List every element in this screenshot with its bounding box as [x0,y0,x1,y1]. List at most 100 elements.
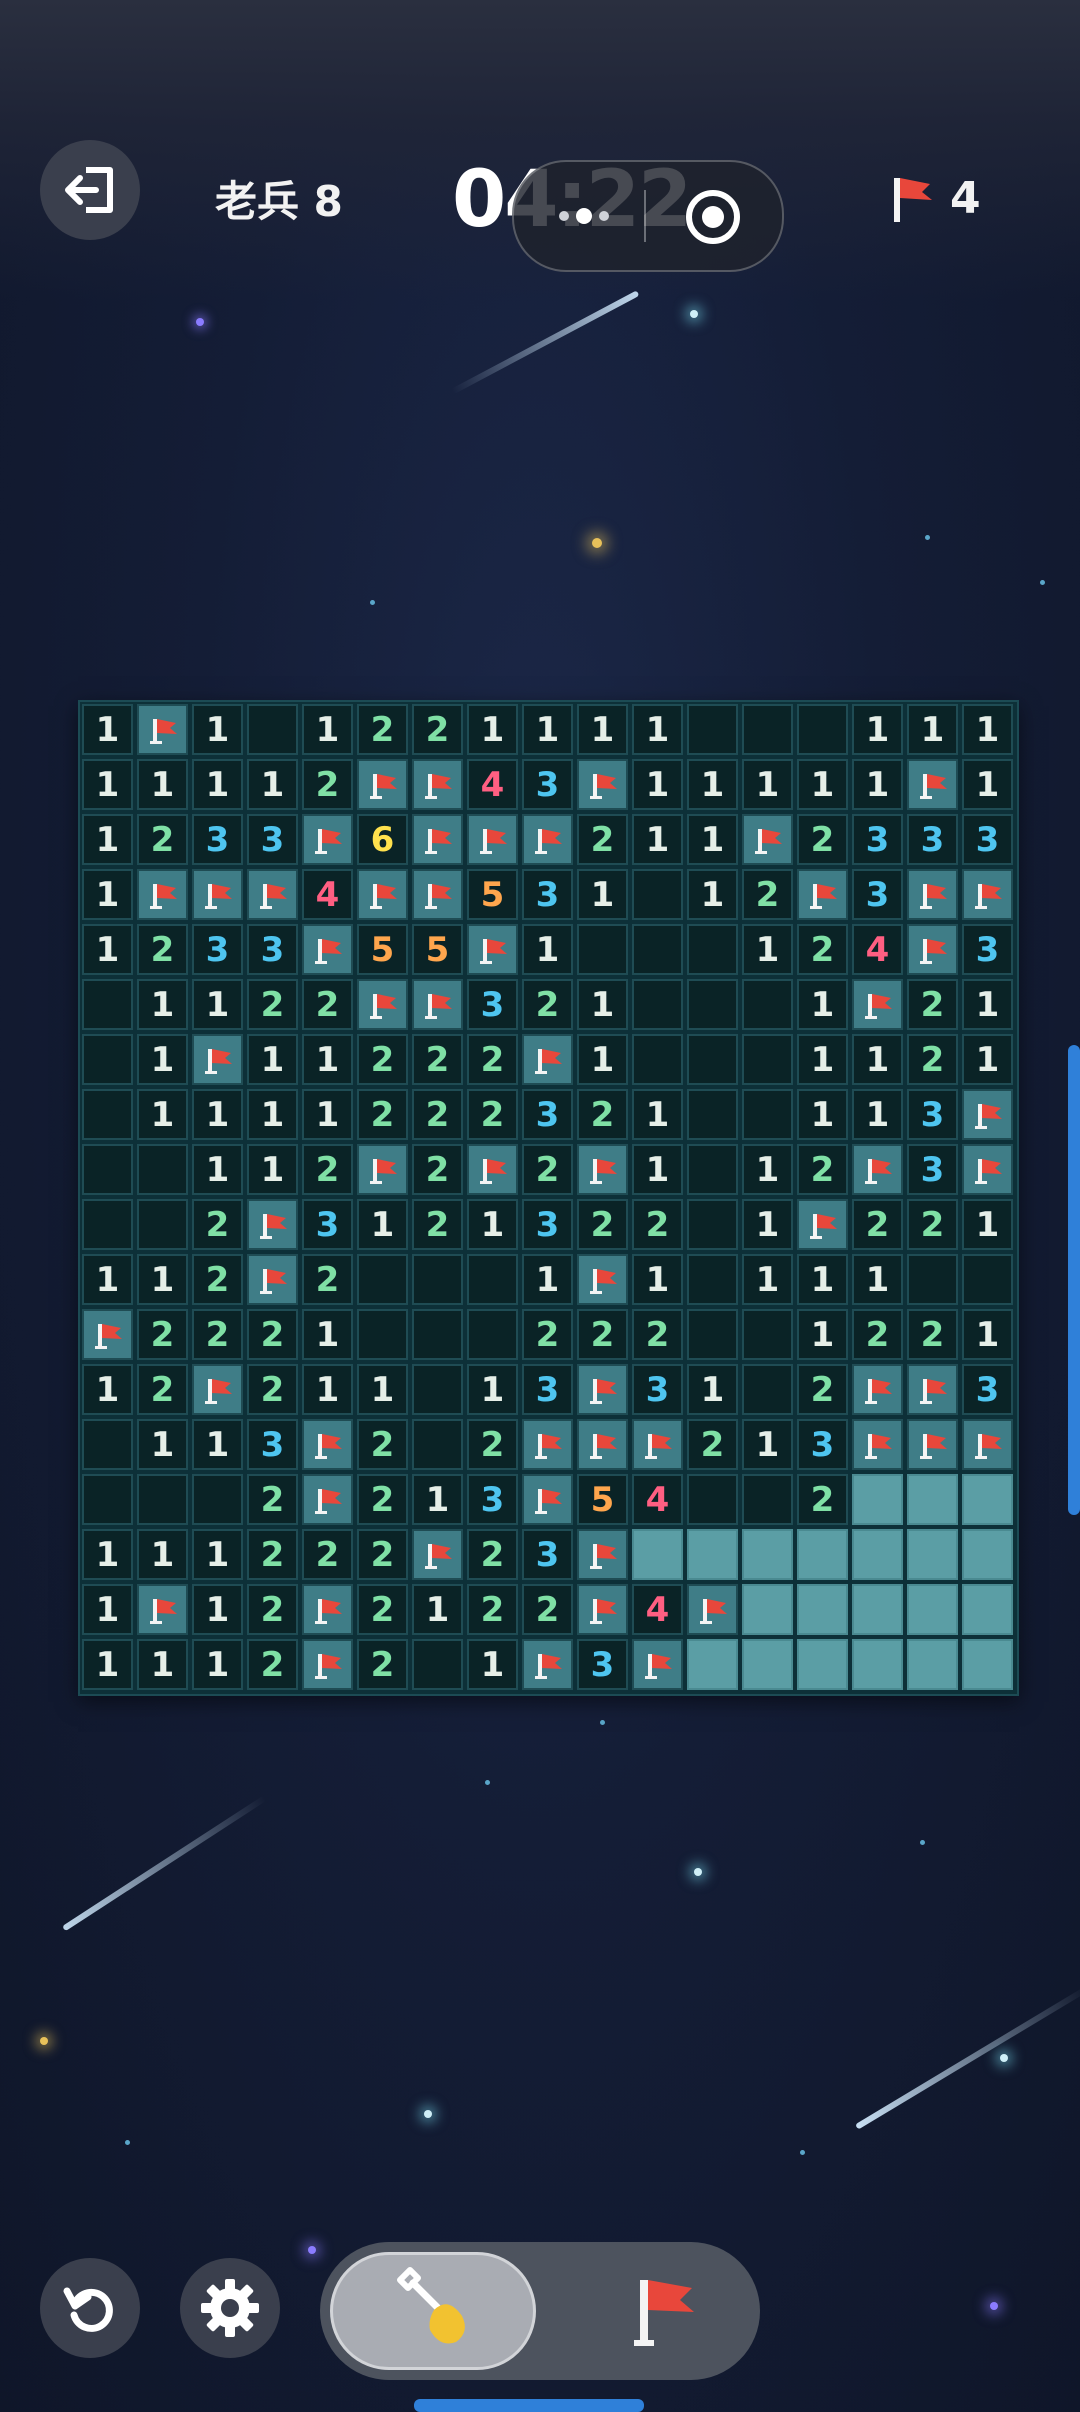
number-cell[interactable]: 1 [137,1034,188,1085]
flagged-cell[interactable] [467,924,518,975]
number-cell[interactable]: 2 [247,1639,298,1690]
number-cell[interactable]: 2 [247,1309,298,1360]
flagged-cell[interactable] [412,979,463,1030]
number-cell[interactable]: 2 [797,814,848,865]
empty-cell[interactable] [247,704,298,755]
number-cell[interactable]: 1 [82,759,133,810]
unopened-cell[interactable] [962,1529,1013,1580]
number-cell[interactable]: 3 [962,814,1013,865]
number-cell[interactable]: 1 [632,1144,683,1195]
number-cell[interactable]: 2 [522,1309,573,1360]
flagged-cell[interactable] [192,1364,243,1415]
empty-cell[interactable] [742,1309,793,1360]
number-cell[interactable]: 1 [192,1144,243,1195]
number-cell[interactable]: 1 [962,704,1013,755]
flagged-cell[interactable] [467,1144,518,1195]
empty-cell[interactable] [962,1254,1013,1305]
empty-cell[interactable] [797,704,848,755]
flagged-cell[interactable] [302,1584,353,1635]
empty-cell[interactable] [742,1474,793,1525]
number-cell[interactable]: 1 [687,759,738,810]
number-cell[interactable]: 2 [522,1144,573,1195]
empty-cell[interactable] [192,1474,243,1525]
number-cell[interactable]: 2 [797,1474,848,1525]
number-cell[interactable]: 2 [632,1309,683,1360]
number-cell[interactable]: 1 [632,1089,683,1140]
recording-control[interactable] [512,160,784,272]
number-cell[interactable]: 3 [907,1144,958,1195]
number-cell[interactable]: 1 [192,1529,243,1580]
unopened-cell[interactable] [742,1584,793,1635]
number-cell[interactable]: 1 [137,1529,188,1580]
number-cell[interactable]: 2 [577,1309,628,1360]
flagged-cell[interactable] [357,869,408,920]
number-cell[interactable]: 3 [247,814,298,865]
flagged-cell[interactable] [522,1419,573,1470]
number-cell[interactable]: 1 [137,979,188,1030]
number-cell[interactable]: 1 [302,1034,353,1085]
number-cell[interactable]: 2 [137,814,188,865]
number-cell[interactable]: 1 [192,1584,243,1635]
flagged-cell[interactable] [302,814,353,865]
flagged-cell[interactable] [962,869,1013,920]
number-cell[interactable]: 4 [302,869,353,920]
empty-cell[interactable] [137,1144,188,1195]
number-cell[interactable]: 1 [82,1364,133,1415]
flagged-cell[interactable] [907,759,958,810]
flagged-cell[interactable] [687,1584,738,1635]
number-cell[interactable]: 3 [522,1199,573,1250]
empty-cell[interactable] [742,979,793,1030]
number-cell[interactable]: 5 [577,1474,628,1525]
number-cell[interactable]: 2 [742,869,793,920]
empty-cell[interactable] [82,1419,133,1470]
flagged-cell[interactable] [137,704,188,755]
empty-cell[interactable] [137,1199,188,1250]
number-cell[interactable]: 1 [137,1639,188,1690]
flagged-cell[interactable] [852,1144,903,1195]
flagged-cell[interactable] [577,1419,628,1470]
number-cell[interactable]: 2 [357,1034,408,1085]
number-cell[interactable]: 1 [687,814,738,865]
number-cell[interactable]: 1 [632,759,683,810]
number-cell[interactable]: 2 [192,1254,243,1305]
number-cell[interactable]: 1 [467,1199,518,1250]
flagged-cell[interactable] [247,1254,298,1305]
flagged-cell[interactable] [82,1309,133,1360]
number-cell[interactable]: 1 [632,814,683,865]
flagged-cell[interactable] [577,1364,628,1415]
flagged-cell[interactable] [852,1419,903,1470]
number-cell[interactable]: 3 [192,814,243,865]
number-cell[interactable]: 2 [412,1199,463,1250]
number-cell[interactable]: 1 [357,1364,408,1415]
undo-button[interactable] [40,2258,140,2358]
empty-cell[interactable] [82,979,133,1030]
empty-cell[interactable] [687,1309,738,1360]
empty-cell[interactable] [412,1309,463,1360]
empty-cell[interactable] [687,1254,738,1305]
flagged-cell[interactable] [357,759,408,810]
unopened-cell[interactable] [962,1584,1013,1635]
flagged-cell[interactable] [907,1364,958,1415]
flagged-cell[interactable] [302,1474,353,1525]
empty-cell[interactable] [357,1309,408,1360]
number-cell[interactable]: 2 [357,704,408,755]
unopened-cell[interactable] [852,1639,903,1690]
flagged-cell[interactable] [797,1199,848,1250]
mode-toggle[interactable] [320,2242,760,2380]
flagged-cell[interactable] [852,1364,903,1415]
record-icon[interactable] [684,188,742,246]
number-cell[interactable]: 2 [907,1199,958,1250]
number-cell[interactable]: 1 [82,869,133,920]
empty-cell[interactable] [137,1474,188,1525]
number-cell[interactable]: 3 [577,1639,628,1690]
number-cell[interactable]: 1 [467,704,518,755]
number-cell[interactable]: 3 [522,1089,573,1140]
number-cell[interactable]: 1 [302,1309,353,1360]
number-cell[interactable]: 2 [357,1639,408,1690]
number-cell[interactable]: 3 [852,869,903,920]
empty-cell[interactable] [687,1089,738,1140]
number-cell[interactable]: 1 [192,979,243,1030]
number-cell[interactable]: 2 [412,1144,463,1195]
flagged-cell[interactable] [962,1419,1013,1470]
number-cell[interactable]: 2 [797,1144,848,1195]
